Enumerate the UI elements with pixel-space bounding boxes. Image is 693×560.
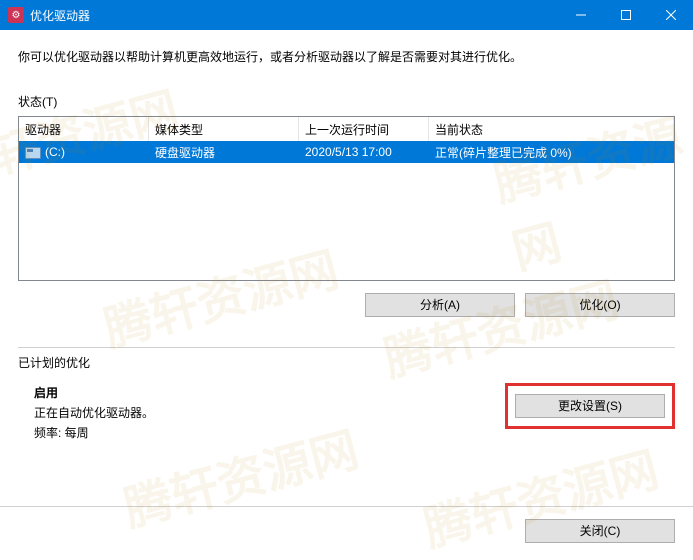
analyze-button[interactable]: 分析(A) [365, 293, 515, 317]
drive-name: (C:) [45, 145, 65, 159]
column-header-lastrun[interactable]: 上一次运行时间 [299, 117, 429, 141]
drive-row[interactable]: (C:) 硬盘驱动器 2020/5/13 17:00 正常(碎片整理已完成 0%… [19, 141, 674, 163]
drive-lastrun-cell: 2020/5/13 17:00 [299, 145, 429, 159]
window-controls [558, 0, 693, 30]
column-header-drive[interactable]: 驱动器 [19, 117, 149, 141]
close-button[interactable] [648, 0, 693, 30]
drives-header: 驱动器 媒体类型 上一次运行时间 当前状态 [19, 117, 674, 141]
change-settings-highlight: 更改设置(S) [505, 383, 675, 429]
close-dialog-button[interactable]: 关闭(C) [525, 519, 675, 543]
scheduled-info: 启用 正在自动优化驱动器。 频率: 每周 [18, 383, 505, 443]
drive-name-cell: (C:) [19, 145, 149, 159]
change-settings-button[interactable]: 更改设置(S) [515, 394, 665, 418]
status-label: 状态(T) [18, 93, 675, 110]
drive-status-cell: 正常(碎片整理已完成 0%) [429, 144, 674, 161]
main-content: 你可以优化驱动器以帮助计算机更高效地运行，或者分析驱动器以了解是否需要对其进行优… [0, 30, 693, 443]
scheduled-title: 已计划的优化 [18, 354, 675, 371]
window-title: 优化驱动器 [30, 7, 558, 24]
drives-listview[interactable]: 驱动器 媒体类型 上一次运行时间 当前状态 (C:) 硬盘驱动器 2020/5/… [18, 116, 675, 281]
scheduled-auto-text: 正在自动优化驱动器。 [34, 403, 505, 423]
scheduled-freq-text: 频率: 每周 [34, 423, 505, 443]
title-bar: ⚙ 优化驱动器 [0, 0, 693, 30]
minimize-button[interactable] [558, 0, 603, 30]
footer: 关闭(C) [0, 506, 693, 555]
column-header-status[interactable]: 当前状态 [429, 117, 674, 141]
action-buttons: 分析(A) 优化(O) [18, 293, 675, 317]
optimize-button[interactable]: 优化(O) [525, 293, 675, 317]
column-header-media[interactable]: 媒体类型 [149, 117, 299, 141]
divider [18, 347, 675, 348]
maximize-button[interactable] [603, 0, 648, 30]
scheduled-body: 启用 正在自动优化驱动器。 频率: 每周 更改设置(S) [18, 383, 675, 443]
app-icon: ⚙ [8, 7, 24, 23]
scheduled-enabled-label: 启用 [34, 383, 505, 403]
description-text: 你可以优化驱动器以帮助计算机更高效地运行，或者分析驱动器以了解是否需要对其进行优… [18, 48, 675, 65]
drive-media-cell: 硬盘驱动器 [149, 144, 299, 161]
drive-icon [25, 147, 41, 159]
